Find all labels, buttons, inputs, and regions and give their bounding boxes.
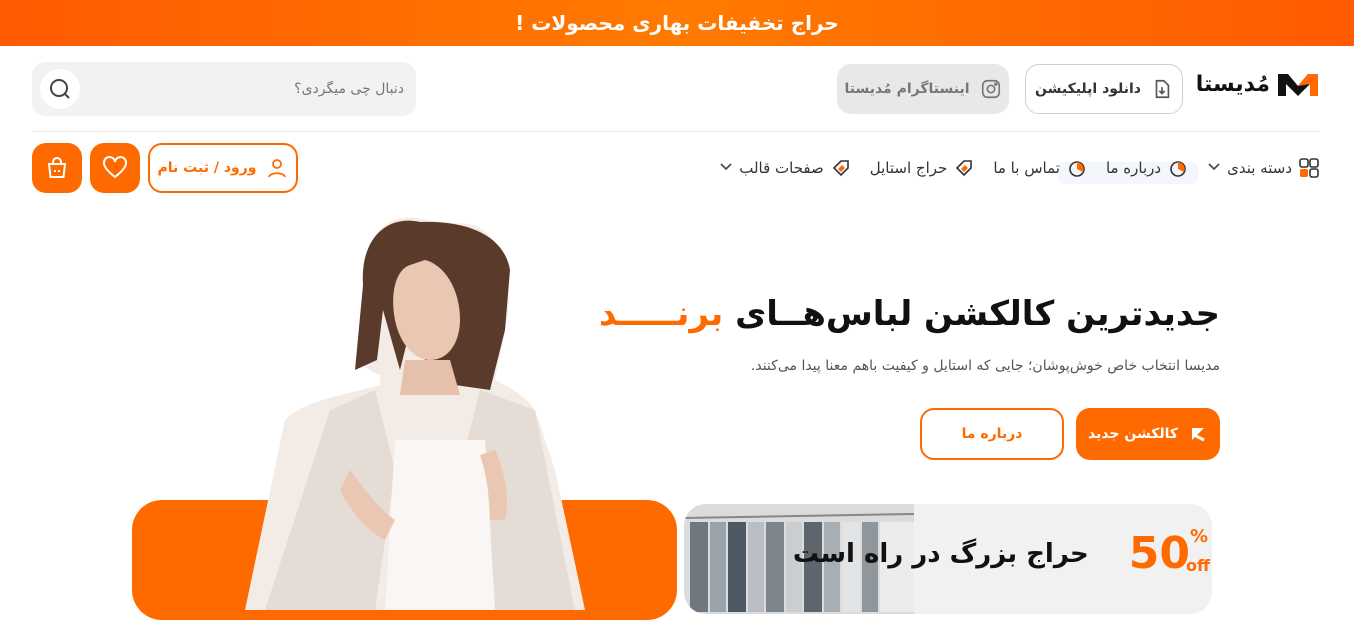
login-label: ورود / ثبت نام (157, 160, 257, 176)
search-box (32, 62, 416, 116)
download-app-button[interactable]: دانلود اپلیکیشن (1025, 64, 1183, 114)
search-input[interactable] (104, 62, 404, 116)
hero-subtitle: مدیسا انتخاب خاص خوش‌پوشان؛ جایی که استا… (750, 358, 1220, 374)
nav-item-contact[interactable]: تماس با ما (993, 157, 1088, 179)
sale-percent-value: 50 (1128, 528, 1190, 579)
sale-label: حراج بزرگ در راه است (792, 539, 1089, 569)
main-nav: دسته بندی درباره ما تماس با ما حراج استا… (719, 148, 1320, 188)
sale-percent: 50 % off (1129, 528, 1210, 576)
nav-item-template-pages[interactable]: صفحات قالب (719, 157, 852, 179)
nav-item-label: حراج استایل (869, 159, 948, 177)
nav-item-label: درباره ما (1105, 159, 1162, 177)
hero-title-brand: برنـــــد (598, 294, 724, 334)
hero-title: جدیدترین کالکشن لباس‌هــای برنـــــد (599, 294, 1220, 334)
logo-text: مُدیستا (1195, 71, 1270, 97)
nav-item-style-sale[interactable]: حراج استایل (870, 157, 976, 179)
new-collection-label: کالکشن جدید (1087, 426, 1179, 442)
sale-text-group: 50 % off حراج بزرگ در راه است (792, 528, 1210, 576)
sale-banner[interactable]: 50 % off حراج بزرگ در راه است (684, 504, 1212, 614)
arrow-up-left-icon (1192, 428, 1205, 442)
search-icon (50, 79, 70, 99)
header: مُدیستا دانلود اپلیکیشن اینستاگرام مُدیس… (32, 62, 1320, 116)
header-actions: ورود / ثبت نام (32, 143, 298, 193)
nav-item-label: دسته بندی (1227, 159, 1292, 177)
tag-icon (1066, 157, 1088, 179)
search-button[interactable] (40, 69, 80, 109)
wishlist-button[interactable] (90, 143, 140, 193)
login-register-button[interactable]: ورود / ثبت نام (148, 143, 298, 193)
promo-bar: حراج تخفیفات بهاری محصولات ! (0, 0, 1354, 46)
category-grid-icon (1298, 157, 1320, 179)
hero-title-main: جدیدترین کالکشن لباس‌هــای (723, 294, 1220, 334)
chevron-down-icon (719, 159, 733, 177)
sale-off-text: off (1186, 556, 1210, 575)
header-divider (32, 131, 1320, 132)
download-file-icon (1155, 79, 1170, 99)
shopping-bag-icon (47, 157, 67, 178)
logo[interactable]: مُدیستا (1196, 70, 1320, 98)
logo-m-icon (1278, 74, 1318, 96)
nav-item-categories[interactable]: دسته بندی (1207, 157, 1320, 179)
heart-icon (103, 156, 127, 179)
instagram-button[interactable]: اینستاگرام مُدیستا (837, 64, 1009, 114)
tag-icon (1167, 157, 1189, 179)
nav-item-about[interactable]: درباره ما (1106, 157, 1189, 179)
chevron-down-icon (1207, 159, 1221, 177)
user-icon (268, 159, 287, 178)
sale-tag-icon (830, 157, 852, 179)
nav-item-label: تماس با ما (993, 159, 1060, 177)
download-app-label: دانلود اپلیکیشن (1035, 81, 1141, 97)
about-us-label: درباره ما (961, 426, 1023, 442)
sale-percent-sign: % (1189, 526, 1208, 547)
nav-item-label: صفحات قالب (739, 159, 824, 177)
sale-tag-icon (953, 157, 975, 179)
hero-model-image (245, 217, 585, 610)
new-collection-button[interactable]: کالکشن جدید (1076, 408, 1220, 460)
cart-button[interactable] (32, 143, 82, 193)
about-us-button[interactable]: درباره ما (920, 408, 1064, 460)
promo-text: حراج تخفیفات بهاری محصولات ! (515, 11, 839, 35)
instagram-label: اینستاگرام مُدیستا (844, 81, 970, 97)
instagram-icon (981, 79, 1000, 99)
